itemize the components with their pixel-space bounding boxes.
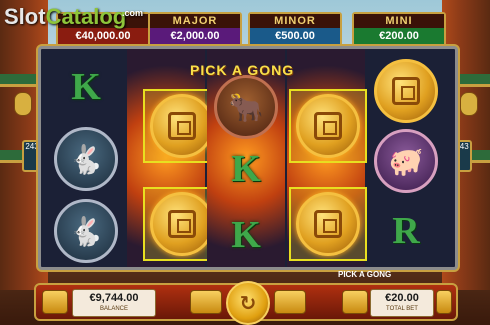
gong-emblem-icon	[168, 210, 196, 238]
pick-a-gong-title: PICK A GONG	[190, 62, 295, 78]
gong-emblem-icon	[168, 112, 196, 140]
symbol-gong	[367, 55, 445, 127]
symbol-k: K	[207, 199, 285, 271]
k-glyph: K	[231, 148, 261, 190]
jackpot-major: MAJOR €2,000.00	[148, 12, 242, 48]
control-bar: €9,744.00 BALANCE ↻ €20.00 TOTAL BET	[34, 281, 458, 325]
ox-icon: 🐂	[214, 75, 278, 139]
balance-value: €9,744.00	[89, 292, 139, 304]
jackpot-minor: MINOR €500.00	[248, 12, 342, 48]
reel-3: 🐂 K K	[207, 49, 285, 267]
balance-display: €9,744.00 BALANCE	[72, 289, 156, 317]
jackpot-grand-value: €40,000.00	[75, 30, 131, 42]
logo-part1: Slot	[4, 4, 46, 29]
reel-5: 🐖 R	[367, 49, 445, 267]
autoplay-button[interactable]	[190, 290, 222, 314]
k-glyph: K	[231, 214, 261, 256]
logo-suffix: .com	[122, 8, 144, 18]
bet-minus-button[interactable]	[342, 290, 368, 314]
gong-icon	[374, 59, 438, 123]
reel-frame: K 🐇 🐇 🐂 K K 🐖 R	[38, 46, 458, 270]
symbol-r: R	[367, 195, 445, 267]
symbol-k: K	[47, 51, 125, 123]
spin-button[interactable]: ↻	[226, 281, 270, 325]
jackpot-minor-value: €500.00	[275, 30, 315, 42]
lantern-left	[14, 92, 32, 116]
gong-emblem-icon	[314, 112, 342, 140]
gong-icon	[150, 192, 214, 256]
jackpot-major-value: €2,000.00	[170, 30, 220, 42]
symbol-pig: 🐖	[367, 125, 445, 197]
logo-part2: Catalog	[45, 4, 127, 29]
status-message: PICK A GONG	[338, 270, 392, 279]
reel-1: K 🐇 🐇	[47, 49, 125, 267]
r-glyph: R	[392, 210, 420, 252]
gong-pick-3[interactable]	[289, 89, 367, 163]
gong-icon	[296, 94, 360, 158]
menu-button[interactable]	[42, 290, 68, 314]
ways-left-value: 243	[25, 142, 39, 151]
jackpot-minor-label: MINOR	[250, 14, 340, 28]
bet-display: €20.00 TOTAL BET	[370, 289, 434, 317]
bet-plus-button[interactable]	[436, 290, 452, 314]
jackpot-major-label: MAJOR	[150, 14, 240, 28]
symbol-k: K	[207, 133, 285, 205]
slotcatalog-logo: SlotCatalog .com	[4, 4, 143, 30]
gong-emblem-icon	[392, 77, 420, 105]
spin-icon: ↻	[239, 291, 257, 315]
symbol-rabbit: 🐇	[47, 123, 125, 195]
jackpot-mini-label: MINI	[354, 14, 444, 28]
rabbit-icon: 🐇	[54, 127, 118, 191]
gong-icon	[296, 192, 360, 256]
jackpot-mini: MINI €200.00	[352, 12, 446, 48]
k-glyph: K	[71, 66, 101, 108]
reel-4	[287, 49, 367, 267]
balance-label: BALANCE	[99, 306, 128, 312]
symbol-rabbit: 🐇	[47, 195, 125, 267]
turbo-button[interactable]	[274, 290, 306, 314]
jackpot-mini-value: €200.00	[379, 30, 419, 42]
gong-icon	[150, 94, 214, 158]
bet-value: €20.00	[385, 292, 419, 304]
gong-emblem-icon	[314, 210, 342, 238]
pig-icon: 🐖	[374, 129, 438, 193]
rabbit-icon: 🐇	[54, 199, 118, 263]
reel-2	[127, 49, 221, 267]
gong-pick-4[interactable]	[289, 187, 367, 261]
lantern-right	[460, 92, 478, 116]
bet-label: TOTAL BET	[386, 306, 418, 312]
